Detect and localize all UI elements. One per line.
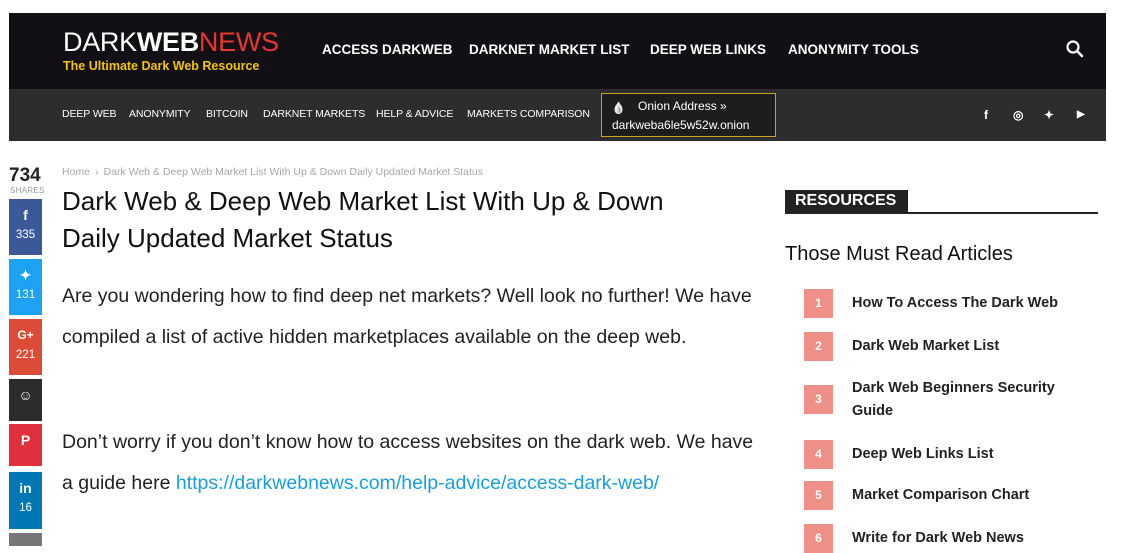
linkedin-icon: in	[19, 480, 32, 496]
search-button[interactable]	[1065, 39, 1085, 59]
must-read-heading: Those Must Read Articles	[785, 243, 1013, 265]
nav-deep-web-links[interactable]: DEEP WEB LINKS	[650, 42, 766, 57]
logo-wordmark: DARKWEBNEWS	[63, 27, 279, 57]
article-paragraph-2: Don’t worry if you don’t know how to acc…	[62, 422, 762, 504]
share-twitter-button[interactable]: ✦ 131	[9, 259, 42, 315]
facebook-icon: f	[23, 207, 28, 223]
sidebar-article-link[interactable]: Write for Dark Web News	[852, 527, 1082, 550]
article-paragraph-1: Are you wondering how to find deep net m…	[62, 285, 752, 348]
instagram-icon[interactable]: ◎	[1013, 108, 1023, 122]
facebook-icon[interactable]: f	[984, 108, 988, 122]
article-number-badge: 6	[804, 524, 833, 553]
share-more-button[interactable]	[9, 533, 42, 546]
site-logo[interactable]: DARKWEBNEWS The Ultimate Dark Web Resour…	[63, 27, 279, 74]
subnav-anonymity[interactable]: ANONYMITY	[129, 108, 191, 120]
twitter-icon[interactable]: ✦	[1044, 108, 1054, 122]
article-number-badge: 4	[804, 440, 833, 469]
onion-address-label: Onion Address »	[638, 99, 727, 113]
breadcrumb-current[interactable]: Dark Web & Deep Web Market List With Up …	[104, 166, 484, 178]
breadcrumb-home[interactable]: Home	[62, 166, 90, 178]
subnav-darknet-markets[interactable]: DARKNET MARKETS	[263, 108, 365, 120]
article-number-badge: 1	[804, 289, 833, 318]
sidebar-article-link[interactable]: Dark Web Market List	[852, 335, 1082, 358]
sidebar-article-link[interactable]: Deep Web Links List	[852, 443, 1082, 466]
subnav-deep-web[interactable]: DEEP WEB	[62, 108, 117, 120]
secondary-nav-bar: DEEP WEB ANONYMITY BITCOIN DARKNET MARKE…	[9, 89, 1106, 141]
share-reddit-button[interactable]: ☺	[9, 379, 42, 421]
breadcrumb-separator: ›	[95, 166, 99, 178]
subnav-help-advice[interactable]: HELP & ADVICE	[376, 108, 453, 120]
share-total-label: SHARES	[10, 186, 45, 195]
article-title: Dark Web & Deep Web Market List With Up …	[62, 183, 762, 257]
share-total-count: 734	[9, 165, 41, 186]
google-plus-icon: G+	[17, 328, 34, 342]
share-linkedin-button[interactable]: in 16	[9, 472, 42, 529]
sidebar-article-link[interactable]: How To Access The Dark Web	[852, 292, 1082, 315]
onion-icon	[614, 101, 623, 114]
nav-access-darkweb[interactable]: ACCESS DARKWEB	[322, 42, 453, 57]
share-twitter-count: 131	[15, 289, 36, 301]
top-header-bar: DARKWEBNEWS The Ultimate Dark Web Resour…	[9, 13, 1106, 89]
share-facebook-count: 335	[15, 229, 36, 241]
pinterest-icon: P	[20, 432, 31, 448]
onion-address-box[interactable]: Onion Address » darkweba6le5w52w.onion	[601, 93, 776, 137]
access-dark-web-guide-link[interactable]: https://darkwebnews.com/help-advice/acce…	[176, 472, 659, 494]
resources-heading: RESOURCES	[785, 190, 1098, 214]
logo-tagline: The Ultimate Dark Web Resource	[63, 59, 260, 73]
youtube-icon[interactable]: ▶	[1077, 108, 1085, 122]
search-icon	[1066, 40, 1084, 58]
sidebar-article-link[interactable]: Market Comparison Chart	[852, 484, 1082, 507]
sidebar-article-link[interactable]: Dark Web Beginners Security Guide	[852, 377, 1072, 423]
article-number-badge: 3	[804, 385, 833, 414]
nav-darknet-market-list[interactable]: DARKNET MARKET LIST	[469, 42, 630, 57]
resources-heading-label: RESOURCES	[785, 190, 909, 212]
subnav-markets-comparison[interactable]: MARKETS COMPARISON	[467, 108, 590, 120]
share-linkedin-count: 16	[19, 502, 32, 514]
subnav-bitcoin[interactable]: BITCOIN	[206, 108, 248, 120]
share-google-plus-count: 221	[15, 349, 36, 361]
reddit-icon: ☺	[18, 387, 33, 403]
share-pinterest-button[interactable]: P	[9, 424, 42, 466]
article-title-line-2: Daily Updated Market Status	[62, 223, 393, 253]
article-number-badge: 5	[804, 481, 833, 510]
onion-address-value: darkweba6le5w52w.onion	[612, 118, 750, 132]
share-facebook-button[interactable]: f 335	[9, 199, 42, 255]
twitter-icon: ✦	[19, 267, 32, 283]
article-title-line-1: Dark Web & Deep Web Market List With Up …	[62, 186, 664, 216]
article-number-badge: 2	[804, 332, 833, 361]
share-google-plus-button[interactable]: G+ 221	[9, 319, 42, 375]
breadcrumb: Home › Dark Web & Deep Web Market List Wit…	[62, 166, 483, 178]
nav-anonymity-tools[interactable]: ANONYMITY TOOLS	[788, 42, 919, 57]
